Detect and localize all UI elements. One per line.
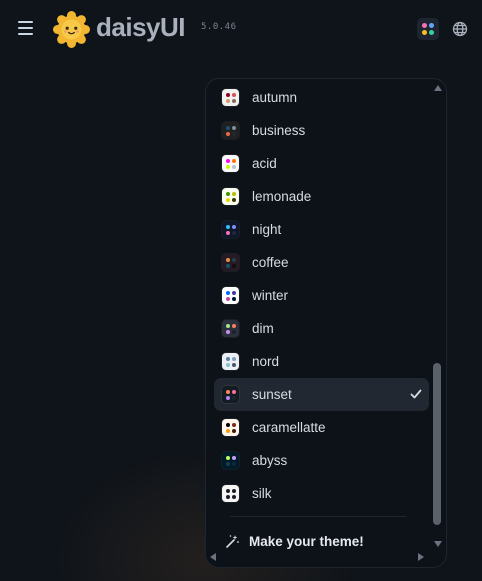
theme-option-label: business [252,123,306,138]
scroll-down-icon[interactable] [434,541,442,547]
theme-option-acid[interactable]: acid [214,147,429,180]
theme-swatch-icon [222,386,239,403]
theme-option-coffee[interactable]: coffee [214,246,429,279]
vertical-scrollbar[interactable] [432,81,444,551]
theme-swatch-icon [222,188,239,205]
scrollbar-thumb[interactable] [433,363,441,525]
theme-option-silk[interactable]: silk [214,477,429,510]
theme-swatch-icon [222,320,239,337]
theme-option-business[interactable]: business [214,114,429,147]
theme-swatch-icon [222,254,239,271]
theme-option-nord[interactable]: nord [214,345,429,378]
theme-option-label: caramellatte [252,420,326,435]
theme-dropdown: autumn business acid lemonade night coffee win… [205,78,447,568]
magic-wand-icon [226,535,239,548]
theme-swatch-icon [222,221,239,238]
navbar: daisyUI 5.0.46 [0,0,482,58]
hamburger-icon[interactable] [14,16,38,40]
theme-swatch-icon [222,287,239,304]
scroll-left-icon[interactable] [210,553,216,561]
page: daisyUI 5.0.46 autumn business acid lemonad… [0,0,482,581]
theme-option-autumn[interactable]: autumn [214,81,429,114]
globe-icon[interactable] [451,20,469,38]
theme-option-label: winter [252,288,289,303]
version-label[interactable]: 5.0.46 [201,22,237,32]
theme-option-lemonade[interactable]: lemonade [214,180,429,213]
theme-option-abyss[interactable]: abyss [214,444,429,477]
scroll-up-icon[interactable] [434,85,442,91]
theme-swatch-icon [222,89,239,106]
daisyui-logo[interactable] [53,11,90,48]
make-theme-label: Make your theme! [249,533,364,549]
check-icon [410,389,422,399]
theme-list: autumn business acid lemonade night coffee win… [214,81,429,510]
scroll-right-icon[interactable] [418,553,424,561]
theme-option-sunset[interactable]: sunset [214,378,429,411]
theme-option-winter[interactable]: winter [214,279,429,312]
brand-name[interactable]: daisyUI [96,12,186,43]
theme-swatch-icon [222,122,239,139]
theme-option-caramellatte[interactable]: caramellatte [214,411,429,444]
theme-option-label: sunset [252,387,292,402]
theme-option-label: abyss [252,453,288,468]
theme-option-label: coffee [252,255,289,270]
palette-icon[interactable] [417,18,439,40]
theme-option-label: silk [252,486,272,501]
divider [230,516,406,517]
theme-option-label: autumn [252,90,298,105]
make-your-theme-link[interactable]: Make your theme! [224,531,364,551]
theme-option-label: nord [252,354,280,369]
theme-option-night[interactable]: night [214,213,429,246]
theme-swatch-icon [222,485,239,502]
theme-option-label: lemonade [252,189,312,204]
theme-option-label: night [252,222,282,237]
theme-option-dim[interactable]: dim [214,312,429,345]
theme-option-label: dim [252,321,274,336]
theme-swatch-icon [222,419,239,436]
theme-option-label: acid [252,156,277,171]
theme-swatch-icon [222,155,239,172]
theme-swatch-icon [222,452,239,469]
horizontal-scrollbar[interactable] [208,551,430,563]
theme-swatch-icon [222,353,239,370]
